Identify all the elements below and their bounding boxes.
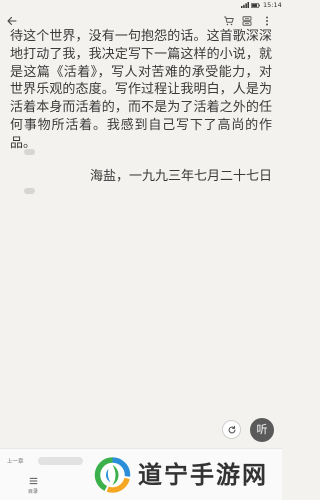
refresh-icon: [227, 425, 237, 435]
toc-list-icon[interactable]: [29, 477, 38, 485]
signature-line: 海盐，一九九三年七月二十七日: [89, 169, 272, 184]
toc-label[interactable]: 目录: [28, 489, 38, 495]
text-line: 何事物所活着。我感到自己写下了高尚的作: [10, 117, 272, 133]
listen-button[interactable]: 听: [250, 418, 274, 442]
cart-icon[interactable]: [223, 15, 235, 27]
comment-bubble-icon[interactable]: [24, 188, 35, 194]
text-line: 活着本身而活着的，而不是为了活着之外的任: [10, 100, 272, 116]
text-line: 品。: [10, 135, 37, 151]
more-icon[interactable]: [261, 15, 273, 27]
text-line: 世界乐观的态度。写作过程让我明白，人是为: [10, 82, 272, 98]
battery-icon: [251, 2, 260, 8]
signal-icon: [241, 2, 249, 8]
watermark-text: 道宁手游网: [138, 461, 268, 489]
bookshelf-icon[interactable]: [241, 15, 253, 27]
text-line: 是这篇《活着》，写人对苦难的承受能力，对: [10, 64, 272, 80]
status-time: 15:14: [263, 1, 282, 9]
status-bar: 15:14: [0, 0, 282, 10]
refresh-button[interactable]: [222, 420, 241, 439]
back-arrow-icon[interactable]: [6, 15, 18, 27]
reading-content: 待这个世界，没有一句抱怨的话。这首歌深深 地打动了我，我决定写下一篇这样的小说，…: [10, 28, 272, 153]
text-line: 地打动了我，我决定写下一篇这样的小说，就: [10, 46, 272, 62]
chapter-progress-slider[interactable]: [38, 457, 83, 465]
watermark-logo: [92, 451, 133, 497]
comment-bubble-icon[interactable]: [24, 149, 35, 155]
text-line: 待这个世界，没有一句抱怨的话。这首歌深深: [10, 29, 272, 44]
prev-chapter-button[interactable]: 上一章: [7, 459, 24, 466]
